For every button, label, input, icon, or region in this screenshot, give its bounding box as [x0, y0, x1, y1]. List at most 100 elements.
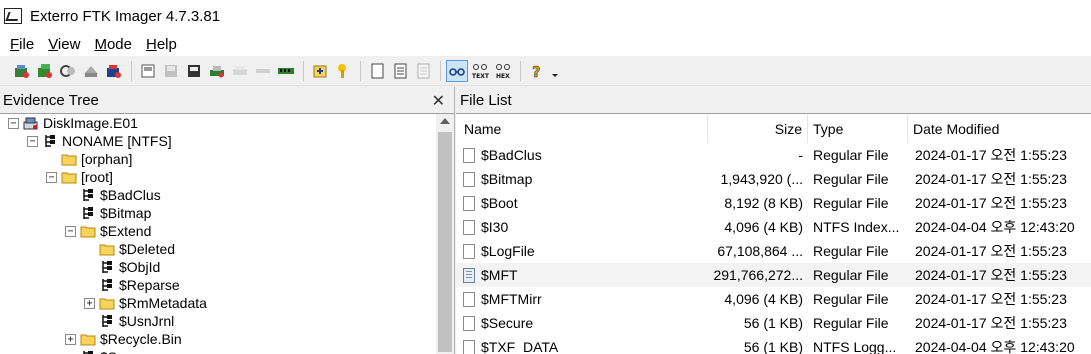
file-row[interactable]: $LogFile 67,108,864 ... Regular File 2024-0… — [456, 239, 1091, 263]
export-logical-image-icon[interactable] — [183, 60, 205, 82]
tree-scrollbar[interactable] — [436, 114, 454, 354]
file-date-modified: 2024-04-04 오후 12:43:20 — [915, 339, 1075, 354]
ntfs-file-icon — [42, 133, 58, 149]
app-logo-icon — [4, 8, 22, 24]
tree-node-label: $Deleted — [119, 241, 176, 257]
file-date-modified: 2024-04-04 오후 12:43:20 — [915, 219, 1075, 235]
evidence-tree-panel: Evidence Tree ✕ − DiskImage.E01− NONAME [N… — [0, 87, 455, 354]
file-date-modified: 2024-01-17 오전 1:55:23 — [915, 315, 1067, 331]
menu-help[interactable]: Help — [139, 36, 184, 53]
menu-file[interactable]: File — [3, 36, 41, 53]
toolbar-separator — [131, 60, 132, 81]
auto-view-icon[interactable] — [446, 59, 468, 82]
help-icon[interactable]: ? — [526, 60, 548, 82]
file-type: NTFS Index... — [813, 219, 900, 235]
file-type: Regular File — [813, 147, 889, 163]
tree-node[interactable]: [orphan] — [46, 150, 132, 168]
collapse-icon[interactable]: − — [8, 117, 19, 129]
add-all-evidence-icon[interactable] — [34, 60, 56, 82]
close-icon[interactable]: ✕ — [432, 91, 445, 111]
file-row[interactable]: $BadClus - Regular File 2024-01-17 오전 1:55:… — [456, 143, 1091, 167]
tree-node[interactable]: $BadClus — [65, 186, 161, 204]
tree-node[interactable]: + $Recycle.Bin — [65, 330, 182, 348]
file-size: - — [798, 147, 803, 163]
tree-node[interactable]: $Secure — [65, 348, 152, 354]
file-date-modified: 2024-01-17 오전 1:55:23 — [915, 243, 1067, 259]
window-title: Exterro FTK Imager 4.7.3.81 — [30, 7, 221, 25]
file-row[interactable]: $Boot 8,192 (8 KB) Regular File 2024-01-17 … — [456, 191, 1091, 215]
expand-icon[interactable]: + — [84, 297, 95, 309]
file-type: Regular File — [813, 171, 889, 187]
dropdown-icon[interactable] — [549, 60, 561, 82]
export-disk-image-icon[interactable] — [160, 60, 182, 82]
text-view-icon[interactable]: TEXT — [469, 60, 491, 82]
tree-node[interactable]: $ObjId — [84, 258, 160, 276]
view-text-icon[interactable] — [389, 60, 411, 82]
file-row[interactable]: $MFTMirr 4,096 (4 KB) Regular File 2024-01-… — [456, 287, 1091, 311]
tree-node[interactable]: $UsnJrnl — [84, 312, 174, 330]
file-name-cell: $MFTMirr — [456, 291, 708, 307]
new-document-icon[interactable] — [366, 60, 388, 82]
tree-node-label: $Reparse — [119, 277, 180, 293]
view-hex-icon[interactable] — [412, 60, 434, 82]
file-row[interactable]: $Bitmap 1,943,920 (... Regular File 2024-01… — [456, 167, 1091, 191]
tree-node-label: $Bitmap — [100, 205, 152, 221]
file-name-cell: $Secure — [456, 315, 708, 331]
file-icon — [463, 315, 475, 331]
expand-icon[interactable]: + — [65, 333, 76, 345]
remove-all-evidence-icon[interactable] — [103, 60, 125, 82]
title-bar: Exterro FTK Imager 4.7.3.81 — [0, 0, 1091, 32]
file-icon — [463, 291, 475, 307]
tree-node[interactable]: − $Extend — [65, 222, 151, 240]
detect-encryption-icon[interactable] — [252, 60, 274, 82]
collapse-icon[interactable]: − — [27, 135, 38, 147]
tree-node[interactable]: $Deleted — [84, 240, 175, 258]
column-header-size[interactable]: Size — [708, 115, 808, 143]
column-header-date-modified[interactable]: Date Modified — [908, 115, 1091, 143]
collapse-icon[interactable]: − — [46, 171, 57, 183]
hex-view-icon[interactable]: HEX — [492, 60, 514, 82]
tree-node[interactable]: − [root] — [46, 168, 113, 186]
file-row[interactable]: $I30 4,096 (4 KB) NTFS Index... 2024-04-04 … — [456, 215, 1091, 239]
file-icon — [463, 147, 475, 163]
evidence-tree[interactable]: − DiskImage.E01− NONAME [NTFS] [orphan] − [ro… — [0, 114, 454, 354]
file-icon — [463, 339, 475, 354]
collapse-icon[interactable]: − — [65, 225, 76, 237]
file-type: Regular File — [813, 315, 889, 331]
file-type: Regular File — [813, 243, 889, 259]
tree-node-label: NONAME [NTFS] — [62, 133, 172, 149]
scrollbar-thumb[interactable] — [438, 132, 452, 352]
tree-node[interactable]: $Bitmap — [65, 204, 151, 222]
column-header-type[interactable]: Type — [808, 115, 908, 143]
file-date-modified: 2024-01-17 오전 1:55:23 — [915, 195, 1067, 211]
add-evidence-icon[interactable] — [11, 60, 33, 82]
file-name: $MFT — [481, 267, 518, 283]
file-row[interactable]: $Secure 56 (1 KB) Regular File 2024-01-17 오… — [456, 311, 1091, 335]
export-files-icon[interactable] — [309, 60, 331, 82]
file-row[interactable]: $MFT 291,766,272... Regular File 2024-01-17… — [456, 263, 1091, 287]
tree-node[interactable]: − DiskImage.E01 — [8, 114, 138, 132]
tree-node[interactable]: − NONAME [NTFS] — [27, 132, 172, 150]
tree-node-label: DiskImage.E01 — [43, 115, 138, 131]
file-size: 291,766,272... — [713, 267, 803, 283]
ram-icon[interactable] — [275, 60, 297, 82]
scroll-up-icon[interactable] — [440, 118, 450, 124]
create-disk-image-icon[interactable] — [137, 60, 159, 82]
file-row[interactable]: $TXF_DATA 56 (1 KB) NTFS Logg... 2024-04-04… — [456, 335, 1091, 354]
remove-evidence-icon[interactable] — [80, 60, 102, 82]
tree-node[interactable]: + $RmMetadata — [84, 294, 207, 312]
image-mounting-icon[interactable] — [57, 60, 79, 82]
folder-icon — [80, 331, 96, 347]
export-hash-icon[interactable] — [332, 60, 354, 82]
column-header-name[interactable]: Name — [456, 115, 708, 143]
folder-icon — [99, 295, 115, 311]
capture-memory-icon[interactable] — [206, 60, 228, 82]
folder-icon — [99, 241, 115, 257]
file-type: Regular File — [813, 267, 889, 283]
tree-node-label: $UsnJrnl — [119, 313, 175, 329]
menu-mode[interactable]: Mode — [87, 36, 139, 53]
obtain-protected-files-icon[interactable] — [229, 60, 251, 82]
menu-view[interactable]: View — [41, 36, 87, 53]
disk-image-icon — [23, 115, 39, 131]
tree-node[interactable]: $Reparse — [84, 276, 180, 294]
